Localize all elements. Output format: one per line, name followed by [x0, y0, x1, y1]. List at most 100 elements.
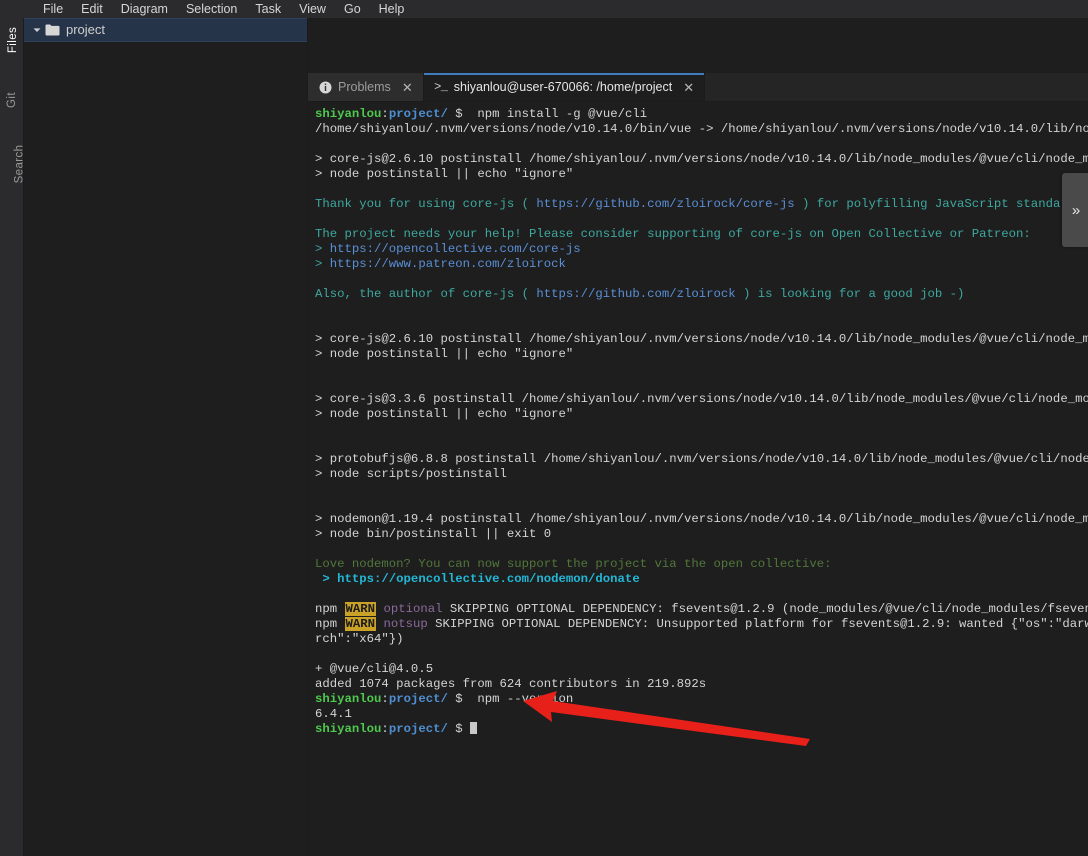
bottom-panel: Problems ✕ >_ shiyanlou@user-670066: /ho… [308, 18, 1088, 856]
menu-item-view[interactable]: View [290, 0, 335, 18]
terminal-sponsor-link-line: > https://opencollective.com/nodemon/don… [315, 572, 640, 586]
warn-tag: notsup [376, 617, 428, 631]
terminal-output-line: > protobufjs@6.8.8 postinstall /home/shi… [315, 452, 1088, 466]
prompt-dollar: $ [447, 722, 470, 736]
menu-item-file[interactable]: File [34, 0, 72, 18]
activity-tab-git[interactable]: Git [0, 92, 24, 108]
menu-item-edit[interactable]: Edit [72, 0, 112, 18]
terminal-command-line: shiyanlou:project/ $ npm install -g @vue… [315, 107, 1088, 122]
terminal-output-line: > node postinstall || echo "ignore" [315, 167, 574, 181]
terminal-output-line: > node postinstall || echo "ignore" [315, 347, 574, 361]
terminal-prompt-icon: >_ [434, 80, 448, 94]
terminal-url[interactable]: https://opencollective.com/core-js [330, 242, 581, 256]
tab-terminal-label: shiyanlou@user-670066: /home/project [453, 80, 673, 94]
terminal-command: npm --version [470, 692, 574, 706]
chevron-double-right-icon: » [1071, 201, 1080, 219]
terminal-notice-link-line: Also, the author of core-js ( https://gi… [315, 287, 965, 301]
terminal-cursor [470, 722, 477, 734]
prompt-path: project/ [388, 107, 448, 121]
file-explorer: project [24, 18, 308, 856]
chevron-down-icon[interactable] [30, 23, 44, 37]
tree-item-project[interactable]: project [24, 18, 307, 42]
prompt-user: shiyanlou [315, 107, 382, 121]
terminal-output[interactable]: shiyanlou:project/ $ npm install -g @vue… [308, 102, 1088, 856]
menu-item-diagram[interactable]: Diagram [112, 0, 177, 18]
terminal-output-line: + @vue/cli@4.0.5 [315, 662, 434, 676]
prompt-user: shiyanlou [315, 722, 382, 736]
terminal-output-line: > core-js@2.6.10 postinstall /home/shiya… [315, 332, 1088, 346]
warn-badge: WARN [344, 602, 377, 616]
prompt-separator: : [381, 722, 389, 736]
prompt-dollar: $ [447, 107, 470, 121]
menu-item-task[interactable]: Task [246, 0, 290, 18]
folder-icon [45, 23, 61, 37]
terminal-output-line: > node scripts/postinstall [315, 467, 507, 481]
terminal-sponsor-line: Love nodemon? You can now support the pr… [315, 557, 832, 571]
activity-tab-files[interactable]: Files [0, 27, 24, 53]
prompt-separator: : [381, 692, 389, 706]
terminal-url[interactable]: https://www.patreon.com/zloirock [330, 257, 566, 271]
terminal-output-line: rch":"x64"}) [315, 632, 404, 646]
terminal-warning-line: npm WARN notsup SKIPPING OPTIONAL DEPEND… [315, 617, 1088, 631]
warn-badge: WARN [344, 617, 377, 631]
terminal-notice-line: The project needs your help! Please cons… [315, 227, 1031, 241]
warn-tag: optional [376, 602, 443, 616]
tab-problems[interactable]: Problems ✕ [308, 73, 424, 101]
prompt-separator: : [381, 107, 389, 121]
menu-item-help[interactable]: Help [370, 0, 414, 18]
activity-tab-search[interactable]: Search [0, 145, 25, 184]
terminal-url[interactable]: https://opencollective.com/nodemon/donat… [337, 572, 640, 586]
prompt-path: project/ [388, 722, 448, 736]
terminal-output-line: > nodemon@1.19.4 postinstall /home/shiya… [315, 512, 1088, 526]
terminal-active-prompt: shiyanlou:project/ $ [315, 722, 1088, 737]
terminal-url[interactable]: https://github.com/zloirock/core-js [536, 197, 794, 211]
tree-item-project-label: project [66, 22, 106, 37]
terminal-output-line: > node bin/postinstall || exit 0 [315, 527, 552, 541]
tab-problems-close-icon[interactable]: ✕ [401, 81, 414, 94]
panel-tab-bar: Problems ✕ >_ shiyanlou@user-670066: /ho… [308, 73, 1088, 102]
menu-item-selection[interactable]: Selection [177, 0, 246, 18]
ide-window: File Edit Diagram Selection Task View Go… [0, 0, 1088, 856]
terminal-output-line: /home/shiyanlou/.nvm/versions/node/v10.1… [315, 122, 1088, 136]
activity-tab-git-label: Git [6, 92, 18, 108]
prompt-path: project/ [388, 692, 448, 706]
prompt-dollar: $ [447, 692, 470, 706]
terminal-output-line: > node postinstall || echo "ignore" [315, 407, 574, 421]
terminal-command: npm install -g @vue/cli [470, 107, 648, 121]
terminal-notice-link-line: > https://opencollective.com/core-js [315, 242, 581, 256]
tab-terminal[interactable]: >_ shiyanlou@user-670066: /home/project … [423, 73, 706, 101]
menu-item-go[interactable]: Go [335, 0, 370, 18]
terminal-output-line: > core-js@3.3.6 postinstall /home/shiyan… [315, 392, 1088, 406]
terminal-output-line: > core-js@2.6.10 postinstall /home/shiya… [315, 152, 1088, 166]
terminal-notice-link-line: > https://www.patreon.com/zloirock [315, 257, 566, 271]
panel-empty-area [308, 18, 1088, 73]
tab-terminal-close-icon[interactable]: ✕ [682, 81, 695, 94]
terminal-url[interactable]: https://github.com/zloirock [536, 287, 735, 301]
panel-expand-handle[interactable]: » [1062, 173, 1088, 247]
menu-bar: File Edit Diagram Selection Task View Go… [0, 0, 1088, 18]
activity-tab-files-label: Files [7, 26, 20, 54]
terminal-notice-link-line: Thank you for using core-js ( https://gi… [315, 197, 1088, 211]
prompt-user: shiyanlou [315, 692, 382, 706]
terminal-output-line: 6.4.1 [315, 707, 352, 721]
terminal-warning-line: npm WARN optional SKIPPING OPTIONAL DEPE… [315, 602, 1088, 616]
info-circle-icon [318, 80, 332, 94]
terminal-command-line: shiyanlou:project/ $ npm --version [315, 692, 1088, 707]
activity-bar: Files Git Search [0, 18, 25, 856]
terminal-output-line: added 1074 packages from 624 contributor… [315, 677, 707, 691]
